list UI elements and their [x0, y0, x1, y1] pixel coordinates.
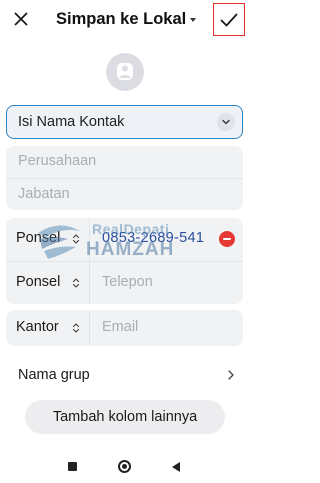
- divider: [89, 218, 90, 261]
- group-label: Nama grup: [18, 367, 90, 383]
- add-more-fields-label: Tambah kolom lainnya: [52, 409, 198, 425]
- home-icon[interactable]: [118, 460, 131, 473]
- caret-down-icon: [190, 18, 197, 22]
- organization-card: Perusahaan Jabatan: [6, 146, 243, 210]
- navigation-bar: [0, 451, 250, 483]
- page-title: Simpan ke Lokal: [56, 9, 187, 28]
- job-title-field[interactable]: Jabatan: [18, 186, 70, 202]
- email-type-selector[interactable]: Kantor: [16, 319, 59, 335]
- phone-type-selector-2[interactable]: Ponsel: [16, 274, 60, 290]
- square-icon[interactable]: [68, 462, 77, 471]
- divider: [6, 178, 243, 179]
- email-card: Kantor Email: [6, 310, 243, 346]
- person-icon: [117, 63, 133, 80]
- phone-card: Ponsel 0853-2689-541 Ponsel Telepon: [6, 218, 243, 304]
- group-row[interactable]: Nama grup: [0, 360, 250, 390]
- chevron-down-icon: [222, 119, 230, 125]
- avatar[interactable]: [106, 53, 144, 91]
- check-icon: [220, 13, 238, 26]
- phone-input[interactable]: Telepon: [102, 274, 153, 290]
- remove-icon: [223, 238, 231, 240]
- divider: [89, 310, 90, 346]
- up-down-icon: [72, 234, 80, 244]
- contact-name-placeholder: Isi Nama Kontak: [18, 114, 125, 130]
- divider: [89, 262, 90, 304]
- account-selector[interactable]: Simpan ke Lokal: [56, 7, 197, 31]
- close-button[interactable]: [8, 6, 34, 32]
- close-icon: [14, 12, 28, 26]
- contact-name-field[interactable]: Isi Nama Kontak: [6, 105, 243, 139]
- divider: [6, 261, 243, 262]
- email-input[interactable]: Email: [102, 319, 138, 335]
- up-down-icon: [72, 323, 80, 333]
- up-down-icon: [72, 278, 80, 288]
- expand-name-button[interactable]: [217, 113, 235, 131]
- remove-phone-button[interactable]: [219, 231, 235, 247]
- save-button[interactable]: [213, 3, 245, 36]
- company-field[interactable]: Perusahaan: [18, 153, 96, 169]
- chevron-right-icon: [228, 370, 234, 380]
- back-icon[interactable]: [172, 462, 180, 472]
- top-bar: Simpan ke Lokal: [0, 0, 250, 40]
- phone-type-selector[interactable]: Ponsel: [16, 230, 60, 246]
- phone-number-field[interactable]: 0853-2689-541: [102, 230, 204, 246]
- add-more-fields-button[interactable]: Tambah kolom lainnya: [25, 400, 225, 434]
